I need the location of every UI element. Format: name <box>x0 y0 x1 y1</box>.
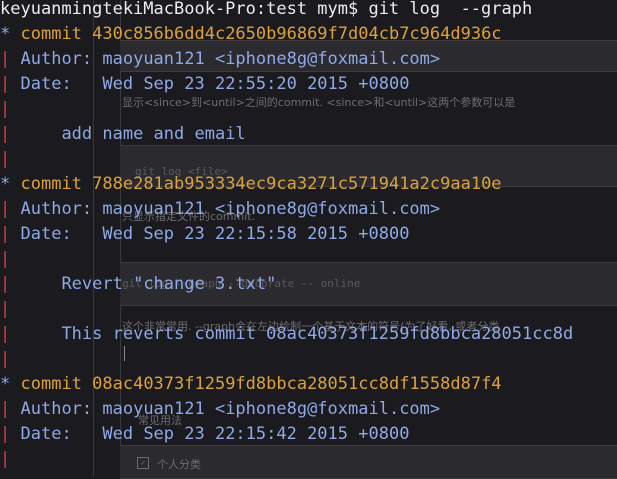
commit-date: Date: Wed Sep 23 22:15:58 2015 +0800 <box>20 224 410 244</box>
commit-author: Author: maoyuan121 <iphone8g@foxmail.com… <box>20 49 441 69</box>
graph-line: | <box>0 147 10 172</box>
date-line: | Date: Wed Sep 23 22:15:58 2015 +0800 <box>0 222 409 247</box>
graph-bar: | <box>0 74 11 94</box>
graph-line: | <box>0 447 10 472</box>
author-line: | Author: maoyuan121 <iphone8g@foxmail.c… <box>0 47 440 72</box>
commit-date: Date: Wed Sep 23 22:55:20 2015 +0800 <box>20 74 410 94</box>
graph-line: | <box>0 247 10 272</box>
graph-bar: | <box>0 424 11 444</box>
commit-message: add name and email <box>61 124 246 144</box>
graph-bar: | <box>0 99 11 119</box>
graph-star: * <box>0 374 11 394</box>
commit-line: * commit 430c856b6dd4c2650b96869f7d04cb7… <box>0 22 502 47</box>
message-line: | This reverts commit 08ac40373f1259fd8b… <box>0 322 573 347</box>
message-line: | Revert "change 3.txt" <box>0 272 276 297</box>
graph-bar: | <box>0 349 11 369</box>
graph-bar: | <box>0 449 11 469</box>
graph-bar: | <box>0 149 11 169</box>
commit-line: * commit 788e281ab953334ec9ca3271c571941… <box>0 172 502 197</box>
commit-author: Author: maoyuan121 <iphone8g@foxmail.com… <box>20 199 441 219</box>
graph-bar: | <box>0 199 11 219</box>
graph-line: | <box>0 297 10 322</box>
author-line: | Author: maoyuan121 <iphone8g@foxmail.c… <box>0 197 440 222</box>
graph-line: | <box>0 97 10 122</box>
commit-date: Date: Wed Sep 23 22:15:42 2015 +0800 <box>20 424 410 444</box>
command-prompt: keyuanmingtekiMacBook-Pro:test mym$ git … <box>0 0 533 19</box>
graph-star: * <box>0 24 11 44</box>
date-line: | Date: Wed Sep 23 22:15:42 2015 +0800 <box>0 422 409 447</box>
graph-bar: | <box>0 299 11 319</box>
graph-star: * <box>0 174 11 194</box>
author-line: | Author: maoyuan121 <iphone8g@foxmail.c… <box>0 397 440 422</box>
graph-bar: | <box>0 274 11 294</box>
graph-bar: | <box>0 399 11 419</box>
commit-hash: commit 788e281ab953334ec9ca3271c571941a2… <box>20 174 502 194</box>
message-line: | add name and email <box>0 122 246 147</box>
commit-message: Revert "change 3.txt" <box>61 274 277 294</box>
commit-author: Author: maoyuan121 <iphone8g@foxmail.com… <box>20 399 441 419</box>
commit-message: This reverts commit 08ac40373f1259fd8bbc… <box>61 324 574 344</box>
terminal-window[interactable]: keyuanmingtekiMacBook-Pro:test mym$ git … <box>0 0 617 477</box>
graph-bar: | <box>0 249 11 269</box>
graph-bar: | <box>0 324 11 344</box>
graph-line: | <box>0 347 10 372</box>
commit-line: * commit 08ac40373f1259fd8bbca28051cc8df… <box>0 372 502 397</box>
graph-bar: | <box>0 224 11 244</box>
graph-bar: | <box>0 49 11 69</box>
commit-hash: commit 430c856b6dd4c2650b96869f7d04cb7c9… <box>20 24 502 44</box>
commit-hash: commit 08ac40373f1259fd8bbca28051cc8df15… <box>20 374 502 394</box>
date-line: | Date: Wed Sep 23 22:55:20 2015 +0800 <box>0 72 409 97</box>
graph-bar: | <box>0 124 11 144</box>
